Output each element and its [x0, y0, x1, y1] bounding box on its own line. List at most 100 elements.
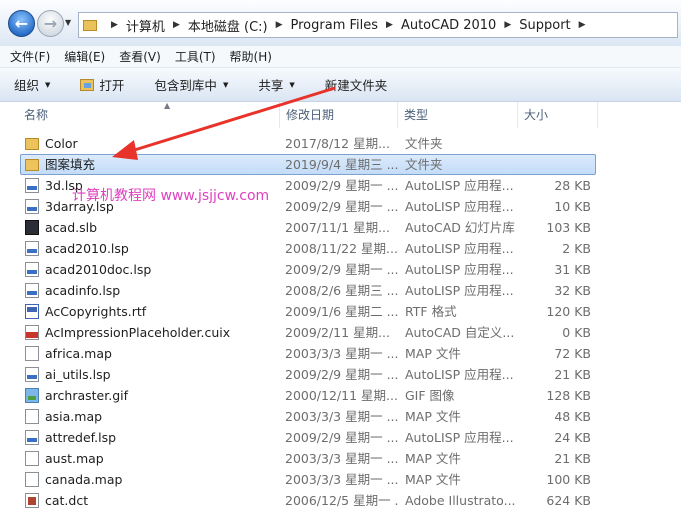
file-date: 2019/9/4 星期三 ... — [285, 157, 399, 172]
file-size: 21 KB — [554, 451, 591, 466]
include-in-library-button[interactable]: 包含到库中 ▼ — [154, 75, 228, 94]
file-name: asia.map — [45, 409, 103, 424]
file-name: acad.slb — [45, 220, 98, 235]
file-row[interactable]: acad2010.lsp 2008/11/22 星期... AutoLISP 应用程… — [0, 238, 681, 259]
open-button[interactable]: 打开 — [80, 75, 124, 94]
map-file-icon — [25, 472, 39, 487]
column-type[interactable]: 类型 — [398, 102, 518, 128]
file-size: 72 KB — [554, 346, 591, 361]
file-size: 31 KB — [554, 262, 591, 277]
folder-icon — [25, 138, 39, 150]
breadcrumb[interactable]: ▶ 计算机 ▶ 本地磁盘 (C:) ▶ Program Files ▶ Auto… — [78, 12, 678, 38]
file-row[interactable]: attredef.lsp 2009/2/9 星期一 ... AutoLISP 应用程… — [0, 427, 681, 448]
lsp-file-icon — [25, 199, 39, 214]
column-date-label: 修改日期 — [286, 108, 335, 122]
file-row[interactable]: africa.map 2003/3/3 星期一 ... MAP 文件 72 KB — [0, 343, 681, 364]
lsp-file-icon — [25, 241, 39, 256]
file-date: 2009/2/9 星期一 ... — [285, 199, 399, 214]
file-type: AutoLISP 应用程... — [405, 262, 514, 277]
file-size: 21 KB — [554, 367, 591, 382]
forward-button[interactable]: → — [37, 10, 64, 37]
chevron-right-icon[interactable]: ▶ — [386, 20, 393, 30]
breadcrumb-program-files[interactable]: Program Files — [291, 18, 379, 33]
menu-edit[interactable]: 编辑(E) — [64, 48, 105, 65]
file-name: acadinfo.lsp — [45, 283, 121, 298]
history-dropdown-icon[interactable]: ▼ — [65, 18, 71, 27]
chevron-right-icon[interactable]: ▶ — [111, 20, 118, 30]
file-row[interactable]: AcImpressionPlaceholder.cuix 2009/2/11 星期… — [0, 322, 681, 343]
file-date: 2003/3/3 星期一 ... — [285, 346, 399, 361]
chevron-right-icon[interactable]: ▶ — [276, 20, 283, 30]
file-date: 2000/12/11 星期... — [285, 388, 398, 403]
file-date: 2017/8/12 星期... — [285, 136, 390, 151]
file-size: 103 KB — [546, 220, 591, 235]
breadcrumb-autocad-2010[interactable]: AutoCAD 2010 — [401, 18, 496, 33]
file-date: 2009/2/9 星期一 ... — [285, 367, 399, 382]
chevron-down-icon: ▼ — [222, 80, 229, 89]
breadcrumb-local-disk[interactable]: 本地磁盘 (C:) — [188, 16, 268, 35]
file-row[interactable]: acad2010doc.lsp 2009/2/9 星期一 ... AutoLISP … — [0, 259, 681, 280]
chevron-right-icon[interactable]: ▶ — [173, 20, 180, 30]
menu-view[interactable]: 查看(V) — [119, 48, 161, 65]
menu-help[interactable]: 帮助(H) — [230, 48, 272, 65]
column-type-label: 类型 — [404, 108, 429, 122]
file-row[interactable]: acad.slb 2007/11/1 星期... AutoCAD 幻灯片库 103 K… — [0, 217, 681, 238]
file-name: AcCopyrights.rtf — [45, 304, 147, 319]
breadcrumb-computer[interactable]: 计算机 — [126, 16, 165, 35]
file-type: AutoLISP 应用程... — [405, 430, 514, 445]
menu-tools[interactable]: 工具(T) — [175, 48, 216, 65]
slb-file-icon — [25, 220, 39, 235]
file-row[interactable]: AcCopyrights.rtf 2009/1/6 星期二 ... RTF 格式 12… — [0, 301, 681, 322]
file-name: archraster.gif — [45, 388, 128, 403]
address-bar-area: ← → ▼ ▶ 计算机 ▶ 本地磁盘 (C:) ▶ Program Files … — [0, 0, 681, 46]
file-name: attredef.lsp — [45, 430, 117, 445]
column-name-label: 名称 — [24, 108, 49, 122]
menu-file[interactable]: 文件(F) — [10, 48, 50, 65]
column-size[interactable]: 大小 — [518, 102, 598, 128]
file-row[interactable]: ai_utils.lsp 2009/2/9 星期一 ... AutoLISP 应用程… — [0, 364, 681, 385]
file-size: 100 KB — [546, 472, 591, 487]
rtf-file-icon — [25, 304, 39, 319]
file-row[interactable]: asia.map 2003/3/3 星期一 ... MAP 文件 48 KB — [0, 406, 681, 427]
file-row[interactable]: acadinfo.lsp 2008/2/6 星期三 ... AutoLISP 应用程… — [0, 280, 681, 301]
file-row[interactable]: archraster.gif 2000/12/11 星期... GIF 图像 128 … — [0, 385, 681, 406]
file-size: 624 KB — [546, 493, 591, 508]
file-name: 图案填充 — [45, 157, 96, 172]
file-size: 2 KB — [562, 241, 591, 256]
file-row[interactable]: 图案填充 2019/9/4 星期三 ... 文件夹 — [0, 154, 681, 175]
file-type: AutoLISP 应用程... — [405, 241, 514, 256]
chevron-right-icon[interactable]: ▶ — [579, 20, 586, 30]
file-row[interactable]: Color 2017/8/12 星期... 文件夹 — [0, 133, 681, 154]
file-type: 文件夹 — [405, 157, 443, 172]
share-button[interactable]: 共享 ▼ — [258, 75, 294, 94]
watermark-text: 计算机教程网 www.jsjjcw.com — [72, 188, 270, 204]
file-row[interactable]: cat.dct 2006/12/5 星期一 ... Adobe Illustrato… — [0, 490, 681, 511]
column-name[interactable]: ▲ 名称 — [18, 101, 280, 128]
breadcrumb-support[interactable]: Support — [519, 18, 570, 33]
column-header: ▲ 名称 修改日期 类型 大小 — [0, 101, 681, 128]
file-size — [520, 154, 591, 175]
file-type: MAP 文件 — [405, 409, 461, 424]
organize-button[interactable]: 组织 ▼ — [14, 75, 50, 94]
gif-file-icon — [25, 388, 39, 403]
menu-bar: 文件(F) 编辑(E) 查看(V) 工具(T) 帮助(H) — [0, 46, 681, 68]
file-name: ai_utils.lsp — [45, 367, 111, 382]
new-folder-button[interactable]: 新建文件夹 — [325, 75, 388, 94]
column-date[interactable]: 修改日期 — [280, 102, 398, 128]
organize-label: 组织 — [14, 78, 40, 93]
open-label: 打开 — [99, 78, 125, 93]
file-name: acad2010.lsp — [45, 241, 129, 256]
file-row[interactable]: canada.map 2003/3/3 星期一 ... MAP 文件 100 KB — [0, 469, 681, 490]
map-file-icon — [25, 451, 39, 466]
file-size: 24 KB — [554, 430, 591, 445]
include-label: 包含到库中 — [154, 78, 217, 93]
file-type: MAP 文件 — [405, 346, 461, 361]
file-date: 2006/12/5 星期一 ... — [285, 493, 399, 508]
file-type: GIF 图像 — [405, 388, 455, 403]
file-row[interactable]: aust.map 2003/3/3 星期一 ... MAP 文件 21 KB — [0, 448, 681, 469]
back-button[interactable]: ← — [8, 10, 35, 37]
file-date: 2009/2/11 星期... — [285, 325, 390, 340]
chevron-right-icon[interactable]: ▶ — [504, 20, 511, 30]
file-date: 2008/2/6 星期三 ... — [285, 283, 399, 298]
lsp-file-icon — [25, 178, 39, 193]
